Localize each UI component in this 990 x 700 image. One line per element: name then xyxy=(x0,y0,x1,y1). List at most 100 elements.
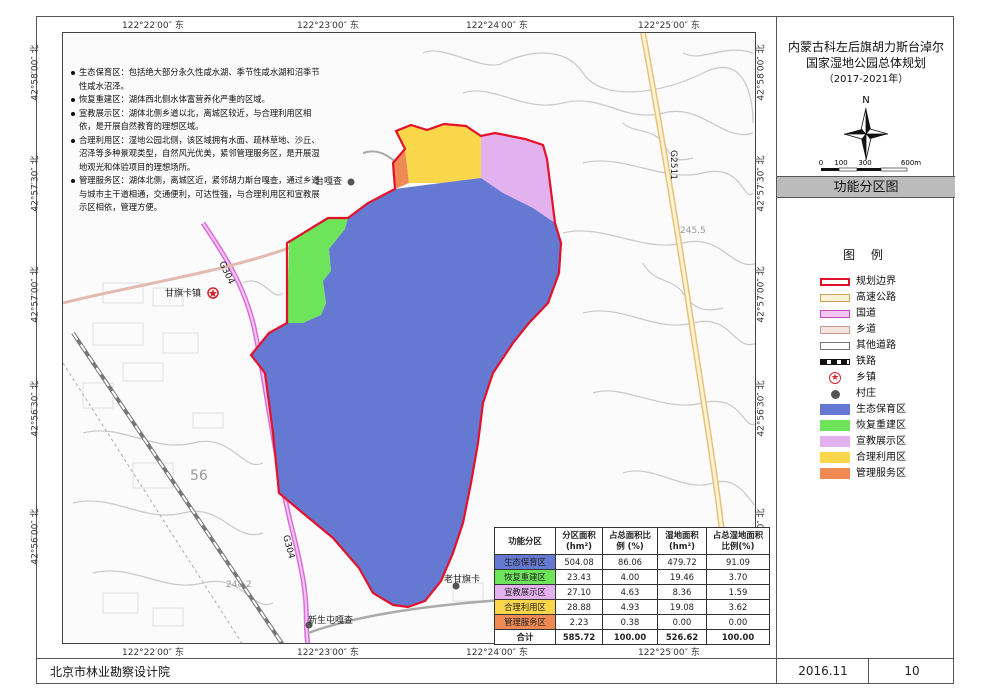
coord-top-1: 122°22′00″ 东 xyxy=(122,21,184,31)
side-panel: 内蒙古科左后旗胡力斯台淖尔 国家湿地公园总体规划 （2017-2021年） N … xyxy=(776,16,955,658)
row-name: 管理服务区 xyxy=(494,614,556,630)
restoration-swatch-icon xyxy=(820,420,850,431)
row-ratio: 4.00 xyxy=(602,569,658,585)
boundary-swatch-icon xyxy=(820,278,850,286)
row-name: 生态保育区 xyxy=(494,554,556,570)
table-header-row: 功能分区 分区面积(hm²) 占总面积比例 (%) 湿地面积(hm²) 占总湿地… xyxy=(494,527,770,555)
label-elevation-b: 248.2 xyxy=(226,580,252,590)
note-restoration: 恢复重建区：湖体西北侧水体富营养化严重的区域。 xyxy=(70,93,326,107)
coord-bottom-4: 122°25′00″ 东 xyxy=(638,648,700,658)
table-row: 管理服务区 2.23 0.38 0.00 0.00 xyxy=(494,614,770,630)
legend-label: 铁路 xyxy=(856,356,876,367)
row-wetland-area: 0.00 xyxy=(657,614,707,630)
coord-bottom-3: 122°24′00″ 东 xyxy=(466,648,528,658)
row-wetland-ratio: 3.70 xyxy=(706,569,770,585)
header-area: 分区面积(hm²) xyxy=(555,527,603,555)
row-wetland-area: 19.46 xyxy=(657,569,707,585)
coord-top-2: 122°23′00″ 东 xyxy=(297,21,359,31)
village-dot-icon xyxy=(831,390,840,399)
coord-left-4: 42°56′30″ 北 xyxy=(30,380,41,437)
legend-label: 管理服务区 xyxy=(856,468,906,479)
row-area: 23.43 xyxy=(555,569,603,585)
railway-swatch-icon xyxy=(820,359,850,365)
footer-page-number: 10 xyxy=(868,659,955,684)
legend-label: 恢复重建区 xyxy=(856,420,906,431)
coord-bottom-1: 122°22′00″ 东 xyxy=(122,648,184,658)
education-swatch-icon xyxy=(820,436,850,447)
table-row: 恢复重建区 23.43 4.00 19.46 3.70 xyxy=(494,569,770,585)
title-line-3: （2017-2021年） xyxy=(823,74,909,85)
township-road-swatch-icon xyxy=(820,326,850,334)
legend-label: 规划边界 xyxy=(856,276,896,287)
legend-label: 国道 xyxy=(856,308,876,319)
total-area: 585.72 xyxy=(555,629,603,645)
total-wetland-ratio: 100.00 xyxy=(706,629,770,645)
conservation-swatch-icon xyxy=(820,404,850,415)
legend-label: 乡镇 xyxy=(856,372,876,383)
legend-label: 乡道 xyxy=(856,324,876,335)
label-village-xinshengtun: 新生屯嘎查 xyxy=(308,616,354,626)
row-wetland-area: 19.08 xyxy=(657,599,707,615)
scale-label-300: 300 xyxy=(858,159,871,167)
row-area: 27.10 xyxy=(555,584,603,600)
row-area: 504.08 xyxy=(555,554,603,570)
note-reasonable-use: 合理利用区：湿地公园北侧，该区域拥有水面、疏林草地、沙丘、沼泽等多种景观类型，自… xyxy=(70,134,326,175)
note-management: 管理服务区：湖体北侧，离城区近，紧邻胡力斯台嘎查，通过乡道与城市主干道相通，交通… xyxy=(70,174,326,215)
legend-label: 宣教展示区 xyxy=(856,436,906,447)
footer-organization: 北京市林业勘察设计院 xyxy=(50,665,171,679)
row-ratio: 4.63 xyxy=(602,584,658,600)
label-road-g2511: G2511 xyxy=(667,150,678,180)
management-swatch-icon xyxy=(820,468,850,479)
row-wetland-area: 8.36 xyxy=(657,584,707,600)
row-wetland-ratio: 3.62 xyxy=(706,599,770,615)
row-ratio: 4.93 xyxy=(602,599,658,615)
legend-label: 生态保育区 xyxy=(856,404,906,415)
row-wetland-area: 479.72 xyxy=(657,554,707,570)
row-name: 恢复重建区 xyxy=(494,569,556,585)
coord-bottom-2: 122°23′00″ 东 xyxy=(297,648,359,658)
coord-left-3: 42°57′00″ 北 xyxy=(30,266,41,323)
north-label: N xyxy=(862,95,869,106)
row-area: 2.23 xyxy=(555,614,603,630)
header-wetland-ratio: 占总湿地面积比例(%) xyxy=(706,527,770,555)
title-line-2: 国家湿地公园总体规划 xyxy=(805,56,926,70)
legend-label: 村庄 xyxy=(856,388,876,399)
legend-heading: 图 例 xyxy=(843,248,889,262)
zone-reasonable-use xyxy=(396,124,481,183)
label-village-taigacha: 台嘎查 xyxy=(315,177,343,187)
town-star-icon: ★ xyxy=(829,372,841,384)
row-wetland-ratio: 91.09 xyxy=(706,554,770,570)
table-row: 宣教展示区 27.10 4.63 8.36 1.59 xyxy=(494,584,770,600)
village-marker-1 xyxy=(347,178,355,186)
row-wetland-ratio: 0.00 xyxy=(706,614,770,630)
highway-swatch-icon xyxy=(820,294,850,302)
footer-bar: 北京市林业勘察设计院 2016.11 10 xyxy=(36,658,954,684)
scale-label-100: 100 xyxy=(834,159,847,167)
section-title: 功能分区图 xyxy=(777,176,955,198)
row-area: 28.88 xyxy=(555,599,603,615)
footer-date: 2016.11 xyxy=(776,659,869,684)
total-ratio: 100.00 xyxy=(602,629,658,645)
coord-left-1: 42°58′00″ 北 xyxy=(30,44,41,101)
note-education: 宣教展示区：湖体北侧乡道以北，离城区较近，与合理利用区相依，是开展自然教育的理想… xyxy=(70,107,326,134)
reasonable-use-swatch-icon xyxy=(820,452,850,463)
label-village-laoganqika: 老甘旗卡 xyxy=(444,575,481,585)
row-ratio: 0.38 xyxy=(602,614,658,630)
coord-top-3: 122°24′00″ 东 xyxy=(466,21,528,31)
legend-label: 其他道路 xyxy=(856,340,896,351)
row-wetland-ratio: 1.59 xyxy=(706,584,770,600)
coord-left-5: 42°56′00″ 北 xyxy=(30,508,41,565)
row-name: 合理利用区 xyxy=(494,599,556,615)
title-block: 内蒙古科左后旗胡力斯台淖尔 国家湿地公园总体规划 （2017-2021年） N … xyxy=(777,16,955,176)
table-row: 生态保育区 504.08 86.06 479.72 91.09 xyxy=(494,554,770,570)
railway-secondary xyxy=(63,362,243,643)
table-row: 合理利用区 28.88 4.93 19.08 3.62 xyxy=(494,599,770,615)
scale-label-0: 0 xyxy=(819,159,823,167)
legend-label: 高速公路 xyxy=(856,292,896,303)
other-road-swatch-icon xyxy=(820,342,850,350)
note-conservation: 生态保育区：包括绝大部分永久性咸水湖、季节性咸水湖和沼季节性咸水沼泽。 xyxy=(70,66,326,93)
label-grid-56: 56 xyxy=(190,468,208,484)
row-name: 宣教展示区 xyxy=(494,584,556,600)
label-town-ganqika: 甘旗卡镇 xyxy=(165,289,202,299)
header-ratio: 占总面积比例 (%) xyxy=(602,527,658,555)
